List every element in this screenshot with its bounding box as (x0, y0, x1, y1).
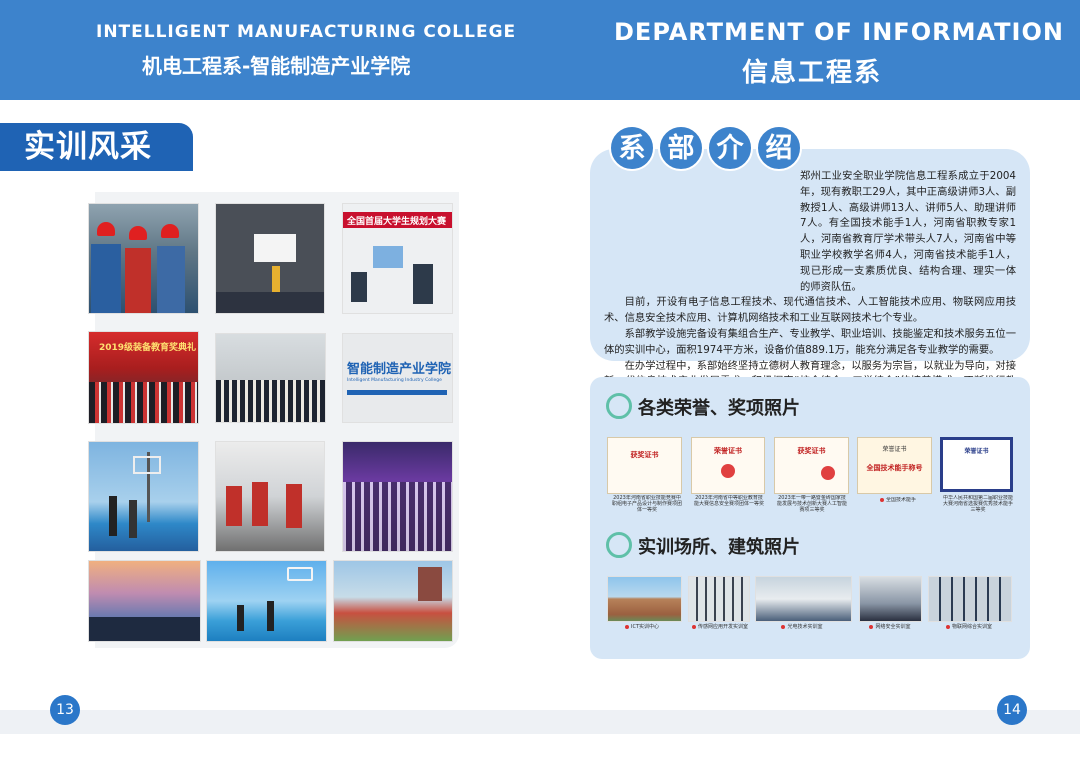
facility-photo-5 (928, 576, 1012, 622)
photo-sunset-field (88, 560, 201, 642)
facility-caption: 物联网综合实训室 (938, 623, 1000, 630)
certificate-caption: 中华人民共和国第二届职业技能大赛河南省选拔赛优秀技术能手三等奖 (942, 495, 1013, 513)
section-tag: 实训风采 (0, 123, 193, 171)
honors-title: 各类荣誉、奖项照片 (638, 398, 800, 419)
certificate-1: 获奖证书 (607, 437, 682, 494)
footer-band (0, 710, 1080, 734)
certificate-caption: 全国技术能手 (868, 497, 928, 503)
facility-photo-3 (755, 576, 852, 622)
banner-text: 全国首届大学生规划大赛 (347, 217, 447, 227)
page-number-right: 14 (997, 695, 1027, 725)
header-right-cn: 信息工程系 (742, 58, 883, 88)
banner-text: 2019级装备教育奖典礼 (99, 343, 197, 353)
certificate-3: 获奖证书 (774, 437, 849, 494)
certificate-5: 荣誉证书 (940, 437, 1013, 492)
facility-caption: 网络安全实训室 (860, 623, 920, 630)
building-sign-en: Intelligent Manufacturing Industry Colle… (347, 378, 442, 383)
photo-lab-training (215, 441, 325, 552)
intro-title-char: 部 (658, 125, 704, 171)
honors-section-icon (606, 393, 632, 419)
photo-group-students (215, 333, 326, 423)
photo-lecture-hall (215, 203, 325, 314)
photo-workers-helmets (88, 203, 199, 314)
intro-paragraph: 郑州工业安全职业学院信息工程系成立于2004年，现有教职工29人，其中正高级讲师… (800, 170, 1016, 293)
facilities-section-icon (606, 532, 632, 558)
photo-party-crowd (342, 441, 453, 552)
certificate-caption: 2023年河南省中等职业教育技能大赛信息安全赛项团体一等奖 (694, 495, 764, 507)
building-sign: 智能制造产业学院 (347, 362, 452, 377)
facility-photo-4 (859, 576, 922, 622)
facilities-title: 实训场所、建筑照片 (638, 537, 800, 558)
intro-title-char: 绍 (756, 125, 802, 171)
photo-college-sign: 智能制造产业学院 Intelligent Manufacturing Indus… (342, 333, 453, 423)
intro-paragraph: 系部教学设施完备设有集组合生产、专业教学、职业培训、技能鉴定和技术服务五位一体的… (604, 327, 1016, 356)
photo-basketball (88, 441, 199, 552)
page-number-left: 13 (50, 695, 80, 725)
intro-paragraph: 目前，开设有电子信息工程技术、现代通信技术、人工智能技术应用、物联网应用技术、信… (604, 296, 1016, 325)
certificate-4: 荣誉证书 全国技术能手称号 (857, 437, 932, 494)
facility-caption: 传感网应用开发实训室 (690, 623, 750, 630)
facility-photo-1 (607, 576, 682, 622)
facility-photo-2 (688, 576, 750, 622)
certificate-caption: 2023年河南省职业技能竞赛中职组电子产品设计与制作赛项团体一等奖 (612, 495, 682, 513)
facility-caption: ICT实训中心 (612, 623, 672, 630)
certificate-2: 荣誉证书 (691, 437, 765, 494)
photo-outdoor-basketball (206, 560, 327, 642)
photo-competition: 全国首届大学生规划大赛 (342, 203, 453, 314)
header-right-en: DEPARTMENT OF INFORMATION (614, 18, 1064, 46)
certificate-caption: 2023年一带一路暨金砖国家技能发展与技术创新大赛人工智能赛项三等奖 (777, 495, 847, 513)
header-left-en: INTELLIGENT MANUFACTURING COLLEGE (96, 22, 517, 42)
facility-caption: 光电技术实训室 (772, 623, 832, 630)
intro-title-char: 系 (609, 125, 655, 171)
header-left-cn: 机电工程系-智能制造产业学院 (142, 54, 411, 78)
photo-ceremony: 2019级装备教育奖典礼 (88, 331, 199, 424)
photo-sports-event (333, 560, 453, 642)
intro-title-char: 介 (707, 125, 753, 171)
